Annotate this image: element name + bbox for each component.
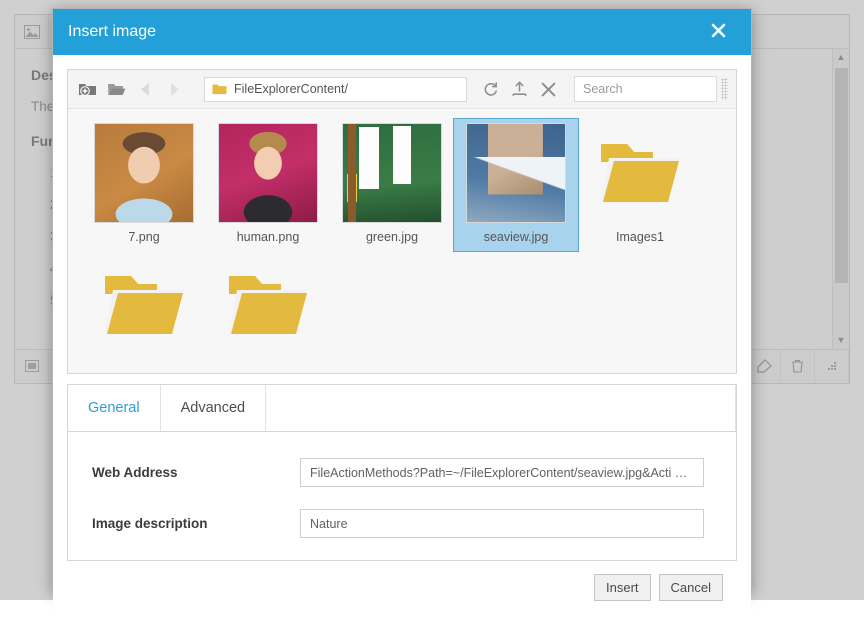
web-address-input[interactable]: FileActionMethods?Path=~/FileExplorerCon… <box>300 458 704 487</box>
folder-icon <box>212 83 227 95</box>
folder-icon <box>218 255 318 355</box>
folder-icon <box>598 140 682 206</box>
search-placeholder: Search <box>583 82 623 96</box>
web-address-row: Web Address FileActionMethods?Path=~/Fil… <box>92 458 736 487</box>
file-thumbnail <box>342 123 442 223</box>
file-name-label: Images1 <box>616 230 664 244</box>
path-value: FileExplorerContent/ <box>234 82 348 96</box>
insert-image-dialog: Insert image <box>52 8 752 592</box>
file-name-label: seaview.jpg <box>484 230 549 244</box>
folder-icon <box>226 272 310 338</box>
open-folder-icon[interactable] <box>103 76 130 103</box>
file-list[interactable]: 7.png human.png green.jpg seaview.jpg Images… <box>68 109 736 373</box>
resize-grip-icon[interactable] <box>721 78 728 100</box>
image-description-label: Image description <box>92 516 300 531</box>
folder-icon <box>94 255 194 355</box>
dialog-title: Insert image <box>68 23 706 41</box>
general-tab-form: Web Address FileActionMethods?Path=~/Fil… <box>68 432 736 560</box>
thumbnail-image <box>343 124 441 222</box>
file-name-label: human.png <box>237 230 300 244</box>
image-description-row: Image description Nature <box>92 509 736 538</box>
folder-item[interactable] <box>206 251 330 373</box>
web-address-value: FileActionMethods?Path=~/FileExplorerCon… <box>310 466 687 480</box>
file-name-label: 7.png <box>128 230 159 244</box>
folder-item[interactable] <box>82 251 206 373</box>
new-folder-icon[interactable] <box>74 76 101 103</box>
tab-strip-filler <box>266 385 736 431</box>
folder-icon <box>590 123 690 223</box>
dialog-titlebar: Insert image <box>53 9 751 55</box>
back-arrow-icon[interactable] <box>132 76 159 103</box>
forward-arrow-icon[interactable] <box>161 76 188 103</box>
image-description-value: Nature <box>310 517 348 531</box>
file-explorer-toolbar: FileExplorerContent/ Search <box>68 70 736 109</box>
tab-advanced[interactable]: Advanced <box>161 385 267 431</box>
file-name-label: green.jpg <box>366 230 418 244</box>
folder-item[interactable]: Images1 <box>578 119 702 251</box>
file-item[interactable]: human.png <box>206 119 330 251</box>
thumbnail-image <box>95 124 193 222</box>
thumbnail-image <box>467 124 565 222</box>
file-thumbnail <box>466 123 566 223</box>
web-address-label: Web Address <box>92 465 300 480</box>
file-item[interactable]: seaview.jpg <box>454 119 578 251</box>
file-explorer: FileExplorerContent/ Search 7.png human.p… <box>67 69 737 374</box>
close-icon[interactable] <box>706 20 731 44</box>
cancel-button[interactable]: Cancel <box>659 574 723 601</box>
file-thumbnail <box>94 123 194 223</box>
tab-strip[interactable]: GeneralAdvanced <box>68 385 736 432</box>
path-input[interactable]: FileExplorerContent/ <box>204 77 467 102</box>
file-item[interactable]: 7.png <box>82 119 206 251</box>
upload-icon[interactable] <box>506 76 533 103</box>
thumbnail-image <box>219 124 317 222</box>
folder-icon <box>102 272 186 338</box>
search-input[interactable]: Search <box>574 76 717 102</box>
properties-panel: GeneralAdvanced Web Address FileActionMe… <box>67 384 737 561</box>
insert-button[interactable]: Insert <box>594 574 651 601</box>
delete-icon[interactable] <box>535 76 562 103</box>
image-description-input[interactable]: Nature <box>300 509 704 538</box>
file-thumbnail <box>218 123 318 223</box>
dialog-body: FileExplorerContent/ Search 7.png human.p… <box>53 55 751 627</box>
tab-general[interactable]: General <box>68 385 161 431</box>
refresh-icon[interactable] <box>477 76 504 103</box>
file-item[interactable]: green.jpg <box>330 119 454 251</box>
dialog-footer: Insert Cancel <box>67 561 737 613</box>
